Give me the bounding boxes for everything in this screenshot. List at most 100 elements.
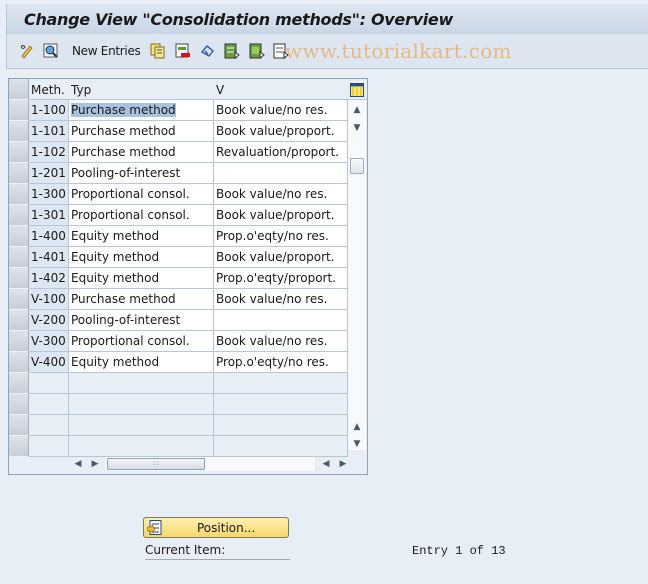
cell-typ[interactable] (69, 415, 214, 436)
cell-meth[interactable] (29, 436, 69, 457)
cell-meth[interactable]: V-200 (29, 310, 69, 331)
cell-meth[interactable]: 1-100 (29, 100, 69, 121)
cell-v[interactable] (214, 394, 348, 415)
cell-v[interactable] (214, 373, 348, 394)
cell-meth[interactable]: 1-301 (29, 205, 69, 226)
row-selector-button[interactable] (9, 310, 29, 331)
cell-v[interactable]: Revaluation/proport. (214, 142, 348, 163)
cell-typ[interactable]: Purchase method (69, 100, 214, 121)
select-block-icon[interactable] (249, 43, 265, 59)
scroll-right-button[interactable]: ▶ (88, 457, 102, 471)
cell-meth[interactable]: 1-101 (29, 121, 69, 142)
table-row[interactable]: 1-102 Purchase method Revaluation/proport. (9, 142, 349, 163)
cell-v[interactable] (214, 436, 348, 457)
cell-typ[interactable] (69, 394, 214, 415)
table-row[interactable]: 1-401 Equity method Book value/proport. (9, 247, 349, 268)
row-selector-button[interactable] (9, 373, 29, 394)
cell-meth[interactable]: V-300 (29, 331, 69, 352)
cell-v[interactable]: Book value/no res. (214, 331, 348, 352)
row-selector-button[interactable] (9, 394, 29, 415)
row-selector-button[interactable] (9, 100, 29, 121)
cell-v[interactable]: Book value/no res. (214, 184, 348, 205)
select-all-rows-button[interactable] (9, 79, 29, 100)
cell-typ[interactable]: Proportional consol. (69, 331, 214, 352)
row-selector-button[interactable] (9, 163, 29, 184)
scroll-left-button[interactable]: ◀ (71, 457, 85, 471)
cell-v[interactable] (214, 415, 348, 436)
empty-table-row[interactable] (9, 394, 349, 415)
table-row[interactable]: 1-301 Proportional consol. Book value/prop… (9, 205, 349, 226)
scroll-up-button[interactable]: ▲ (349, 102, 365, 118)
cell-v[interactable] (214, 163, 348, 184)
table-row[interactable]: V-200 Pooling-of-interest (9, 310, 349, 331)
cell-typ[interactable]: Purchase method (69, 289, 214, 310)
select-all-icon[interactable] (224, 43, 240, 59)
copy-as-icon[interactable] (150, 43, 166, 59)
cell-typ[interactable]: Equity method (69, 268, 214, 289)
table-row[interactable]: V-100 Purchase method Book value/no res. (9, 289, 349, 310)
cell-typ[interactable]: Equity method (69, 247, 214, 268)
cell-meth[interactable] (29, 394, 69, 415)
display-change-icon[interactable] (19, 43, 35, 59)
row-selector-button[interactable] (9, 184, 29, 205)
row-selector-button[interactable] (9, 121, 29, 142)
cell-meth[interactable] (29, 373, 69, 394)
cell-meth[interactable]: V-400 (29, 352, 69, 373)
empty-table-row[interactable] (9, 373, 349, 394)
row-selector-button[interactable] (9, 289, 29, 310)
row-selector-button[interactable] (9, 205, 29, 226)
row-selector-button[interactable] (9, 247, 29, 268)
details-icon[interactable] (43, 43, 59, 59)
vertical-scrollbar[interactable]: ▲ ▼ ▲ ▼ (348, 100, 366, 450)
cell-v[interactable] (214, 310, 348, 331)
cell-v[interactable]: Book value/no res. (214, 289, 348, 310)
cell-v[interactable]: Prop.o'eqty/no res. (214, 226, 348, 247)
cell-v[interactable]: Book value/proport. (214, 121, 348, 142)
cell-meth[interactable]: 1-300 (29, 184, 69, 205)
cell-v[interactable]: Prop.o'eqty/no res. (214, 352, 348, 373)
table-row[interactable]: 1-100 Purchase method Book value/no res. (9, 100, 349, 121)
row-selector-button[interactable] (9, 268, 29, 289)
row-selector-button[interactable] (9, 436, 29, 457)
table-row[interactable]: V-400 Equity method Prop.o'eqty/no res. (9, 352, 349, 373)
row-selector-button[interactable] (9, 352, 29, 373)
cell-typ[interactable] (69, 436, 214, 457)
table-row[interactable]: V-300 Proportional consol. Book value/no r… (9, 331, 349, 352)
cell-typ[interactable]: Proportional consol. (69, 205, 214, 226)
table-row[interactable]: 1-201 Pooling-of-interest (9, 163, 349, 184)
scroll-thumb[interactable] (350, 158, 364, 174)
horizontal-scrollbar[interactable]: ◀ ▶ ::: ◀ ▶ (71, 457, 349, 471)
cell-meth[interactable]: V-100 (29, 289, 69, 310)
row-selector-button[interactable] (9, 331, 29, 352)
cell-v[interactable]: Book value/proport. (214, 205, 348, 226)
scroll-page-up-bottom-button[interactable]: ▲ (349, 419, 365, 435)
cell-typ[interactable]: Purchase method (69, 121, 214, 142)
scroll-page-down-button[interactable]: ▼ (349, 120, 365, 136)
cell-typ[interactable] (69, 373, 214, 394)
horizontal-thumb[interactable]: ::: (107, 458, 205, 470)
table-row[interactable]: 1-400 Equity method Prop.o'eqty/no res. (9, 226, 349, 247)
row-selector-button[interactable] (9, 226, 29, 247)
table-row[interactable]: 1-101 Purchase method Book value/proport. (9, 121, 349, 142)
cell-v[interactable]: Prop.o'eqty/proport. (214, 268, 348, 289)
cell-meth[interactable]: 1-400 (29, 226, 69, 247)
cell-typ[interactable]: Equity method (69, 226, 214, 247)
scroll-down-button[interactable]: ▼ (349, 436, 365, 452)
cell-typ[interactable]: Equity method (69, 352, 214, 373)
position-button[interactable]: Position... (143, 517, 289, 538)
column-header-meth[interactable]: Meth. (31, 83, 65, 97)
cell-meth[interactable] (29, 415, 69, 436)
column-header-typ[interactable]: Typ (71, 83, 91, 97)
table-row[interactable]: 1-300 Proportional consol. Book value/no r… (9, 184, 349, 205)
cell-v[interactable]: Book value/no res. (214, 100, 348, 121)
cell-meth[interactable]: 1-201 (29, 163, 69, 184)
empty-table-row[interactable] (9, 415, 349, 436)
column-header-v[interactable]: V (216, 83, 224, 97)
delete-icon[interactable] (175, 43, 191, 59)
column-config-button[interactable] (348, 80, 366, 99)
new-entries-button[interactable]: New Entries (72, 44, 141, 58)
scroll-right-end-button[interactable]: ▶ (336, 457, 350, 471)
cell-v[interactable]: Book value/proport. (214, 247, 348, 268)
cell-meth[interactable]: 1-401 (29, 247, 69, 268)
empty-table-row[interactable] (9, 436, 349, 457)
